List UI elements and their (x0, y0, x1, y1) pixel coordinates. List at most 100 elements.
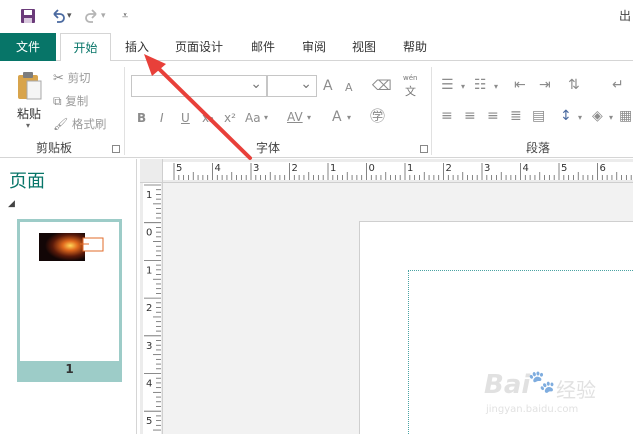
distributed-icon[interactable]: ▤ (532, 108, 545, 124)
copy-button[interactable]: ⧉ 复制 (53, 92, 88, 110)
ribbon: 粘贴 ▾ ✂ 剪切 ⧉ 复制 🖌 格式刷 剪贴板 ⌄ ⌄ A A ⌫ wén 文… (0, 61, 633, 158)
align-left-icon[interactable]: ≡ (441, 108, 453, 124)
annotation-arrow (144, 54, 252, 160)
redo-icon[interactable] (84, 8, 100, 24)
align-center-icon[interactable]: ≡ (464, 108, 476, 124)
watermark-text: 经验 (556, 378, 596, 402)
ruler-tick-label: 5 (146, 416, 152, 427)
quick-access-toolbar: ▾ ▾ ⩡ 出 (0, 0, 633, 33)
ruler-tick-label: 5 (561, 163, 567, 174)
group-separator (431, 67, 432, 155)
watermark: Bai 🐾 经验 jingyan.baidu.com (484, 364, 604, 424)
character-spacing-button[interactable]: AV (287, 109, 303, 125)
chevron-down-icon[interactable]: ▾ (264, 110, 268, 126)
font-group-label: 字体 (256, 141, 281, 155)
font-dialog-launcher-icon[interactable] (420, 145, 428, 153)
chevron-down-icon[interactable]: ▾ (494, 79, 498, 95)
phonetic-guide-button[interactable]: wén 文 (403, 74, 421, 100)
chevron-down-icon[interactable]: ▾ (609, 110, 613, 126)
scissors-icon: ✂ (53, 71, 64, 86)
paste-icon (18, 72, 42, 100)
decrease-indent-icon[interactable]: ⇤ (514, 77, 526, 93)
vertical-ruler[interactable]: 1 0 1 2 3 4 5 (140, 183, 163, 434)
increase-indent-icon[interactable]: ⇥ (539, 77, 551, 93)
ruler-tick-label: 3 (253, 163, 259, 174)
collapse-triangle-icon[interactable]: ◢ (8, 199, 15, 209)
undo-dropdown-icon[interactable]: ▾ (67, 7, 72, 25)
ruler-tick-label: 3 (484, 163, 490, 174)
tab-review[interactable]: 审阅 (295, 33, 333, 61)
ruler-tick-label: 2 (446, 163, 452, 174)
save-icon[interactable] (20, 8, 36, 24)
chevron-down-icon[interactable]: ▾ (347, 110, 351, 126)
borders-icon[interactable]: ▦ (619, 108, 632, 124)
paragraph-group-label: 段落 (526, 141, 551, 155)
ruler-tick-label: 5 (176, 163, 182, 174)
enclose-characters-icon[interactable]: ㊫ (370, 108, 385, 124)
ruler-tick-label: 2 (146, 303, 152, 314)
sort-icon[interactable]: ⇅ (568, 77, 580, 93)
chevron-down-icon[interactable]: ▾ (578, 110, 582, 126)
paste-label: 粘贴 (17, 107, 42, 121)
phonetic-pinyin: wén (403, 74, 418, 82)
ruler-tick-label: 3 (146, 341, 152, 352)
justify-icon[interactable]: ≣ (510, 108, 522, 124)
ruler-tick-label: 1 (330, 163, 336, 174)
chevron-down-icon[interactable]: ▾ (307, 110, 311, 126)
undo-icon[interactable] (50, 8, 66, 24)
copy-icon: ⧉ (53, 94, 62, 108)
pages-panel-title: 页面 (9, 171, 45, 192)
align-right-icon[interactable]: ≡ (487, 108, 499, 124)
tab-help[interactable]: 帮助 (396, 33, 434, 61)
page-number: 1 (65, 362, 74, 376)
bullets-icon[interactable]: ☰ (441, 77, 454, 93)
cut-button[interactable]: ✂ 剪切 (53, 69, 91, 87)
ruler-tick-label: 1 (146, 190, 152, 201)
grow-font-button[interactable]: A (323, 78, 333, 94)
font-size-combobox[interactable]: ⌄ (267, 75, 317, 97)
clipboard-dialog-launcher-icon[interactable] (112, 145, 120, 153)
tab-home[interactable]: 开始 (60, 33, 111, 62)
format-painter-icon: 🖌 (53, 117, 69, 131)
ruler-tick-label: 1 (407, 163, 413, 174)
window-title-fragment: 出 (618, 9, 631, 23)
chevron-down-icon[interactable]: ▾ (461, 79, 465, 95)
numbering-icon[interactable]: ☷ (474, 77, 487, 93)
format-painter-button[interactable]: 🖌 格式刷 (53, 115, 106, 133)
shrink-font-button[interactable]: A (345, 80, 353, 96)
line-spacing-icon[interactable]: ↕ (560, 108, 572, 124)
vertical-ruler-ticks: 1 0 1 2 3 4 5 (143, 183, 161, 434)
customize-qat-icon[interactable]: ⩡ (122, 7, 128, 25)
copy-label: 复制 (65, 94, 89, 108)
thumbnail-image (39, 233, 104, 261)
clipboard-group-label: 剪贴板 (36, 141, 73, 155)
ribbon-tabs: 文件 开始 插入 页面设计 邮件 审阅 视图 帮助 (0, 33, 633, 62)
page-thumbnail[interactable]: 1 (17, 219, 122, 382)
page-thumbnail-preview (20, 222, 119, 361)
paste-dropdown-icon: ▾ (26, 121, 31, 130)
ruler-tick-label: 0 (369, 163, 375, 174)
phonetic-char: 文 (405, 85, 416, 98)
ruler-tick-label: 6 (600, 163, 606, 174)
format-painter-label: 格式刷 (71, 117, 107, 131)
chevron-down-icon: ⌄ (300, 76, 312, 92)
shading-icon[interactable]: ◈ (592, 108, 603, 124)
font-color-button[interactable]: A (332, 109, 342, 125)
group-separator (124, 67, 125, 155)
ruler-tick-label: 2 (292, 163, 298, 174)
redo-dropdown-icon[interactable]: ▾ (101, 7, 106, 25)
pages-panel: 页面 ◢ 1 (0, 159, 137, 434)
ruler-tick-label: 4 (523, 163, 529, 174)
ruler-tick-label: 4 (146, 379, 152, 390)
paw-icon: 🐾 (528, 370, 556, 395)
tab-file[interactable]: 文件 (0, 33, 56, 61)
watermark-url: jingyan.baidu.com (486, 404, 579, 415)
ruler-tick-label: 0 (146, 228, 152, 239)
show-marks-icon[interactable]: ↵ (612, 77, 624, 93)
paste-button[interactable]: 粘贴 ▾ (12, 69, 48, 130)
ruler-tick-label: 1 (146, 265, 152, 276)
clear-formatting-icon[interactable]: ⌫ (372, 78, 392, 94)
cut-label: 剪切 (67, 71, 91, 85)
tab-view[interactable]: 视图 (345, 33, 383, 61)
ruler-tick-label: 4 (215, 163, 221, 174)
